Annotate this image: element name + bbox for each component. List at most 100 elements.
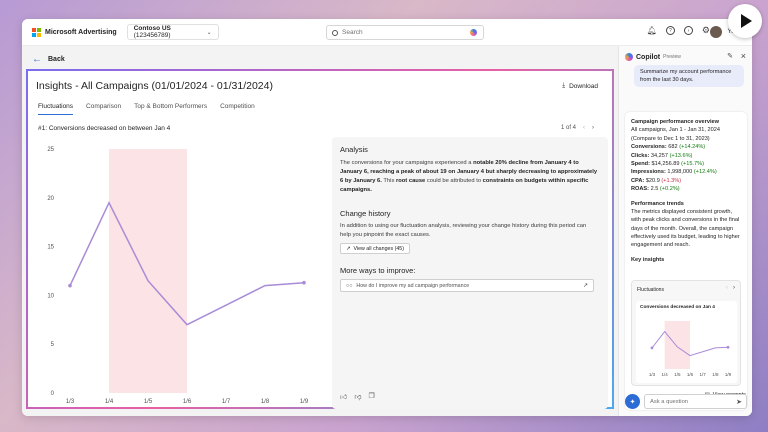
metric-value: 1,998,000 xyxy=(665,169,694,176)
thumbs-down-icon[interactable]: 👎︎ xyxy=(354,392,361,401)
ask-placeholder: Ask a question xyxy=(650,398,689,405)
analysis-text-part: The conversions for your campaigns exper… xyxy=(340,160,474,166)
y-tick-label: 5 xyxy=(51,342,55,348)
feedback-icon[interactable]: › xyxy=(683,26,693,35)
tab-competition[interactable]: Competition xyxy=(220,103,255,115)
y-tick-label: 0 xyxy=(51,391,55,397)
y-tick-label: 20 xyxy=(47,196,54,202)
bell-icon[interactable]: 🔔︎ xyxy=(647,26,657,35)
x-tick-label: 1/6 xyxy=(687,372,694,377)
x-tick-label: 1/5 xyxy=(674,372,681,377)
download-label: Download xyxy=(569,82,598,90)
trends-heading: Performance trends xyxy=(631,200,684,207)
play-button[interactable] xyxy=(728,4,762,38)
metric-label: Impressions: xyxy=(631,169,666,176)
metric-row: Conversions: 682 (+14.24%) xyxy=(631,143,741,151)
metric-delta: (+14.24%) xyxy=(679,144,706,151)
pager-label: 1 of 4 xyxy=(560,125,576,131)
metric-delta: (+1.3%) xyxy=(661,177,682,184)
x-tick-label: 1/7 xyxy=(700,372,707,377)
y-tick-label: 25 xyxy=(47,147,54,153)
send-icon[interactable]: ➤ xyxy=(736,398,742,406)
x-tick-label: 1/4 xyxy=(105,399,114,403)
arrow-left-icon: ← xyxy=(32,54,42,65)
metrics-list: Conversions: 682 (+14.24%) Clicks: 34,257… xyxy=(631,143,741,193)
tab-top-bottom-performers[interactable]: Top & Bottom Performers xyxy=(134,103,207,115)
page-title: Insights - All Campaigns (01/01/2024 - 0… xyxy=(36,80,273,92)
metric-delta: (+0.2%) xyxy=(659,186,680,193)
x-tick-label: 1/5 xyxy=(144,399,153,403)
chevron-left-icon[interactable]: ‹ xyxy=(583,125,585,131)
thumbs-up-icon[interactable]: 👍︎ xyxy=(340,392,347,401)
help-icon[interactable]: ? xyxy=(665,26,675,35)
ask-question-input[interactable]: Ask a question ➤ xyxy=(644,394,747,409)
analysis-text-part: This xyxy=(381,177,396,184)
data-point xyxy=(68,283,72,288)
mini-tab-label: Fluctuations xyxy=(637,287,664,293)
metric-row: Spend: $14,256.89 (+15.7%) xyxy=(631,160,741,168)
preview-badge: Preview xyxy=(663,54,681,60)
copilot-new-topic-button[interactable]: ✦ xyxy=(625,394,640,409)
metric-label: CPA: xyxy=(631,177,645,184)
pager: 1 of 4 ‹ › xyxy=(561,125,594,131)
metric-delta: (+15.7%) xyxy=(681,160,704,167)
chevron-right-icon[interactable]: › xyxy=(733,285,735,291)
metric-row: CPA: $20.9 (+1.3%) xyxy=(631,177,741,185)
x-tick-label: 1/8 xyxy=(712,372,719,377)
data-point xyxy=(650,346,654,350)
account-id: (123456789) xyxy=(133,32,171,39)
view-all-changes-button[interactable]: ↗ View all changes (45) xyxy=(340,243,410,254)
app-window: Microsoft Advertising Contoso US (123456… xyxy=(22,19,752,416)
tab-fluctuations[interactable]: Fluctuations xyxy=(38,103,74,115)
search-placeholder: Search xyxy=(342,29,363,36)
conversions-line-chart: 0 5 10 15 20 25 1/3 1/4 1/5 1/6 1/7 1/8 1/9 xyxy=(47,147,309,403)
analysis-panel: Analysis The conversions for your campai… xyxy=(332,137,608,409)
avatar[interactable] xyxy=(710,26,722,38)
metric-value: $14,256.89 xyxy=(649,160,682,167)
open-icon: ↗ xyxy=(582,283,588,289)
view-all-changes-label: View all changes (45) xyxy=(353,245,404,252)
x-tick-label: 1/9 xyxy=(725,372,732,377)
y-tick-label: 15 xyxy=(47,245,54,251)
copilot-header: Copilot Preview xyxy=(625,53,681,61)
account-name: Contoso US xyxy=(133,25,171,32)
tab-comparison[interactable]: Comparison xyxy=(86,103,121,115)
x-tick-label: 1/4 xyxy=(662,372,669,377)
analysis-bold-part: root cause xyxy=(395,177,426,184)
copilot-title: Copilot xyxy=(636,53,661,61)
highlight-region xyxy=(109,149,187,393)
improve-prompt-label: How do I improve my ad campaign performa… xyxy=(356,282,470,289)
search-icon xyxy=(332,29,338,36)
copilot-search-icon[interactable] xyxy=(470,29,477,36)
metric-value: $20.9 xyxy=(644,177,662,184)
overview-heading: Campaign performance overview xyxy=(631,119,719,125)
analysis-text: The conversions for your campaigns exper… xyxy=(340,159,598,195)
gear-icon[interactable]: ⚙ xyxy=(702,25,710,36)
more-ways-heading: More ways to improve: xyxy=(340,266,416,275)
mini-insight-card: Fluctuations ‹ › Conversions decreased o… xyxy=(631,280,741,386)
new-chat-icon[interactable]: ✎ xyxy=(727,52,733,60)
metric-label: Spend: xyxy=(631,160,650,167)
x-tick-label: 1/3 xyxy=(66,399,75,403)
chevron-left-icon[interactable]: ‹ xyxy=(726,285,728,291)
x-tick-label: 1/8 xyxy=(261,399,270,403)
download-button[interactable]: ⤓ Download xyxy=(562,82,598,90)
search-input[interactable]: Search xyxy=(326,25,484,40)
analysis-heading: Analysis xyxy=(340,145,368,154)
improve-prompt-button[interactable]: ○○ How do I improve my ad campaign perfo… xyxy=(340,279,594,292)
trends-text: The metrics displayed consistent growth,… xyxy=(631,208,740,249)
metric-value: 682 xyxy=(666,144,680,151)
microsoft-logo-icon xyxy=(32,27,41,37)
chevron-right-icon[interactable]: › xyxy=(592,125,594,131)
copy-icon[interactable]: ❐ xyxy=(368,392,374,401)
mini-nav: ‹ › xyxy=(726,285,735,291)
account-selector[interactable]: Contoso US (123456789) ⌄ xyxy=(126,24,219,40)
metric-delta: (+12.4%) xyxy=(693,169,717,176)
close-icon[interactable]: × xyxy=(741,51,746,61)
x-tick-label: 1/9 xyxy=(300,399,309,403)
back-button[interactable]: ← Back xyxy=(32,54,65,65)
change-history-text: In addition to using our fluctuation ana… xyxy=(340,223,587,238)
change-history-heading: Change history xyxy=(340,209,391,218)
highlight-region xyxy=(664,321,690,369)
top-bar: Microsoft Advertising Contoso US (123456… xyxy=(22,19,752,46)
